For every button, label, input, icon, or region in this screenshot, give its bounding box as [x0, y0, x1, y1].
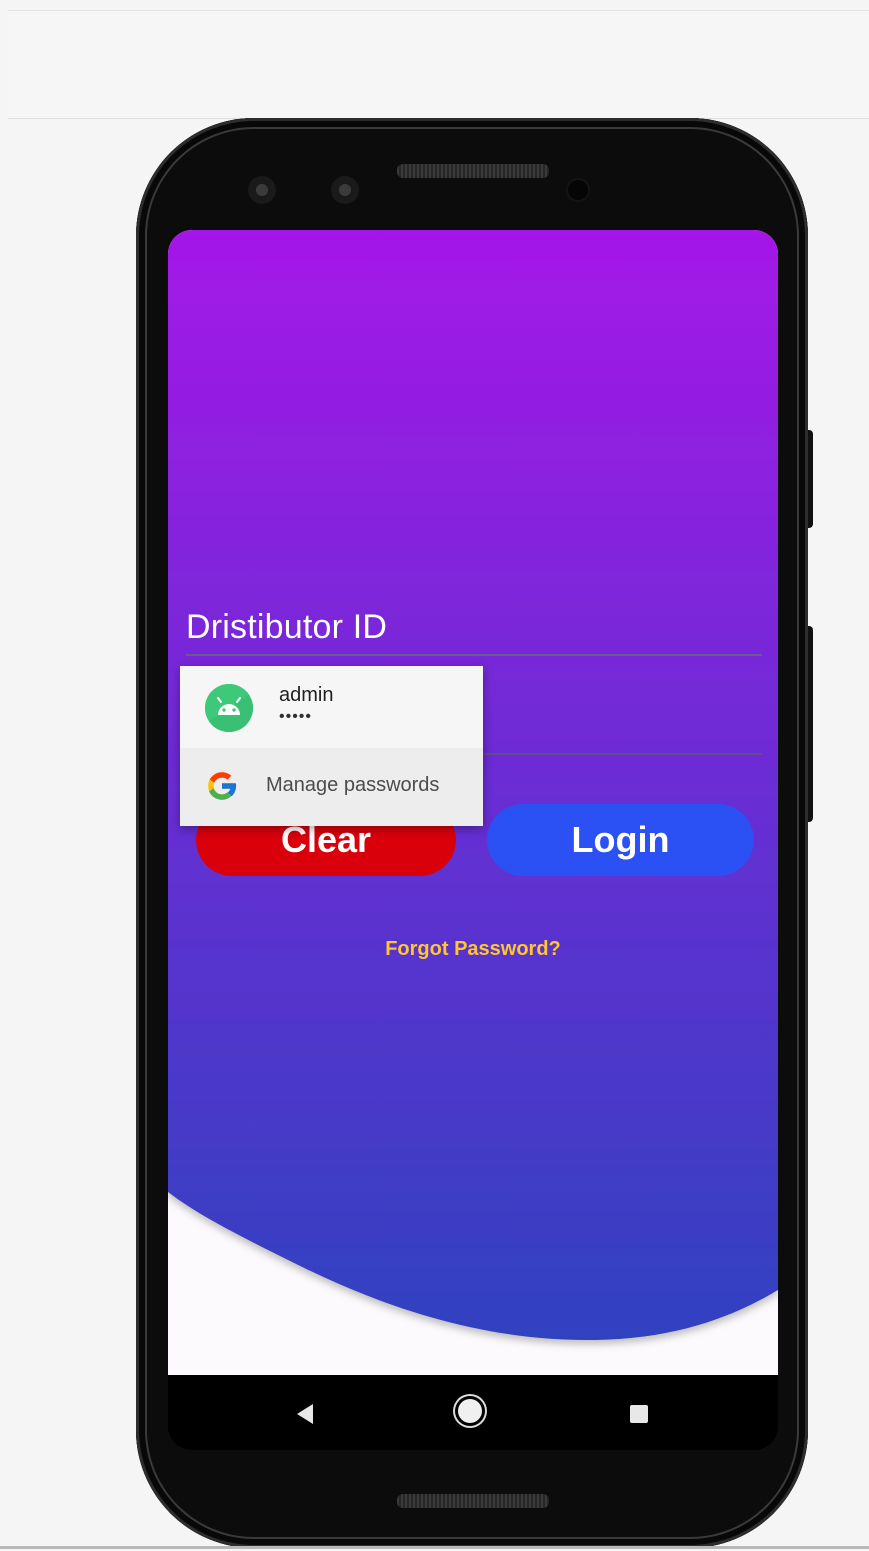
distributor-id-underline[interactable]: [186, 654, 762, 656]
front-camera-icon: [248, 176, 276, 204]
ide-toolbar-strip-secondary: [8, 63, 869, 119]
forgot-password-link[interactable]: Forgot Password?: [168, 938, 778, 961]
bottom-speaker: [397, 1494, 549, 1508]
distributor-id-label[interactable]: Dristibutor ID: [186, 608, 387, 647]
phone-screen: Dristibutor ID Clear Login Forgot Passwo…: [168, 230, 778, 1450]
autofill-credential-item[interactable]: admin •••••: [180, 666, 483, 748]
autofill-popup: admin ••••• Manage passwords: [180, 666, 483, 826]
home-circle-icon[interactable]: [458, 1399, 482, 1423]
ide-toolbar-strip: [8, 10, 869, 64]
login-screen: Dristibutor ID Clear Login Forgot Passwo…: [168, 230, 778, 1375]
android-icon: [205, 684, 253, 732]
login-button[interactable]: Login: [487, 804, 754, 876]
autofill-password-mask: •••••: [279, 708, 313, 725]
recent-square-icon[interactable]: [630, 1405, 648, 1423]
earpiece-speaker: [397, 164, 549, 178]
google-g-icon: [204, 768, 240, 804]
android-navigation-bar: [168, 1375, 778, 1450]
manage-passwords-label: Manage passwords: [266, 774, 440, 796]
proximity-sensor: [568, 180, 588, 200]
front-camera-icon: [331, 176, 359, 204]
window-bottom-border: [0, 1546, 869, 1549]
autofill-username: admin: [279, 684, 334, 706]
back-triangle-icon[interactable]: [297, 1404, 313, 1424]
manage-passwords-item[interactable]: Manage passwords: [180, 748, 483, 826]
